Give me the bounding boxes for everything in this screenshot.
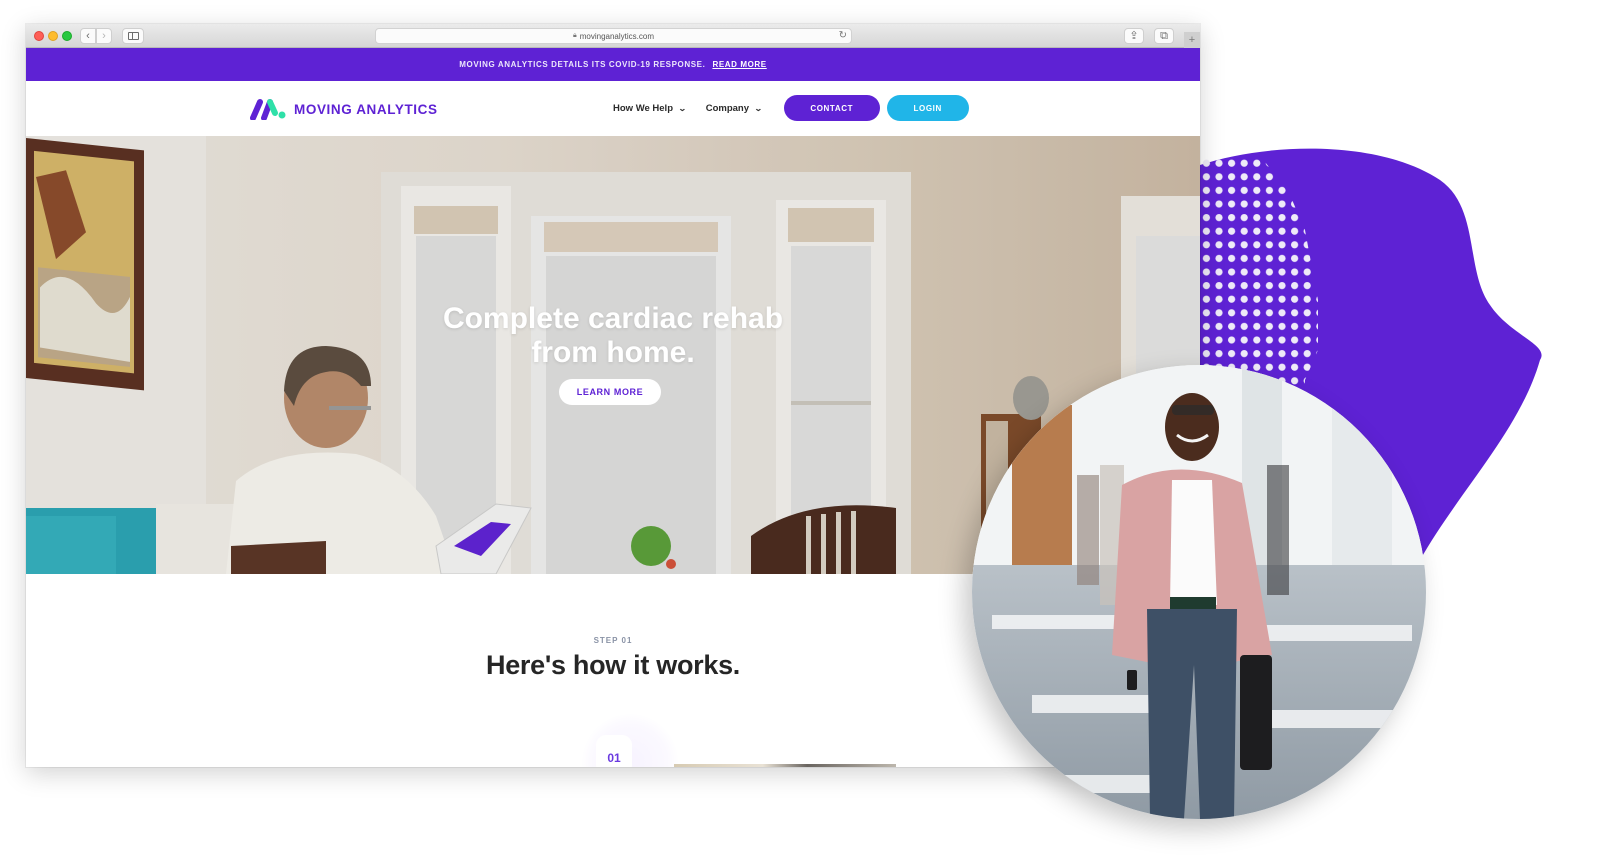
address-bar[interactable]: 🔒︎ movinganalytics.com ↻: [375, 28, 852, 44]
contact-button[interactable]: CONTACT: [783, 95, 880, 121]
window-maximize-button[interactable]: [62, 31, 72, 41]
nav-how-we-help[interactable]: How We Help ⌄: [613, 102, 687, 114]
chevron-right-icon: ›: [102, 29, 106, 42]
man-walking-photo: [972, 365, 1426, 819]
lock-icon: 🔒︎: [573, 32, 577, 39]
nav-company[interactable]: Company ⌄: [705, 102, 763, 114]
share-icon: ⇪: [1129, 29, 1139, 42]
tab-overview-button[interactable]: ⧉: [1154, 28, 1174, 44]
site-header: MOVING ANALYTICS How We Help ⌄ Company ⌄…: [26, 81, 1200, 136]
share-button[interactable]: ⇪: [1124, 28, 1144, 44]
hero-title: Complete cardiac rehab from home.: [26, 302, 1200, 370]
testimonial-photo-circle: [972, 365, 1426, 819]
hero-title-line1: Complete cardiac rehab: [442, 302, 784, 335]
chevron-left-icon: ‹: [86, 29, 90, 42]
sidebar-icon: [127, 32, 139, 40]
announcement-text: MOVING ANALYTICS DETAILS ITS COVID-19 RE…: [459, 60, 706, 69]
url-text: movinganalytics.com: [579, 31, 654, 41]
logo-mark-icon: [250, 99, 286, 120]
new-tab-button[interactable]: +: [1184, 32, 1200, 48]
brand-logo[interactable]: MOVING ANALYTICS: [250, 98, 438, 120]
tabs-icon: ⧉: [1160, 29, 1168, 42]
step-image-preview: [674, 764, 896, 767]
step-number-badge: 01: [596, 735, 632, 767]
plus-icon: +: [1188, 34, 1196, 46]
nav-label: Company: [705, 102, 749, 114]
window-minimize-button[interactable]: [48, 31, 58, 41]
chevron-down-icon: ⌄: [753, 103, 763, 113]
back-button[interactable]: ‹: [80, 28, 96, 44]
window-close-button[interactable]: [34, 31, 44, 41]
sidebar-toggle-button[interactable]: [122, 28, 144, 44]
read-more-link[interactable]: READ MORE: [712, 60, 766, 69]
main-nav: How We Help ⌄ Company ⌄ CONTACT LOGIN: [613, 95, 969, 121]
announcement-bar: MOVING ANALYTICS DETAILS ITS COVID-19 RE…: [26, 48, 1200, 81]
reload-icon[interactable]: ↻: [839, 30, 847, 41]
learn-more-button[interactable]: LEARN MORE: [559, 379, 661, 405]
brand-name: MOVING ANALYTICS: [294, 101, 438, 117]
hero-title-line2: from home.: [531, 336, 695, 369]
browser-toolbar: ‹ › 🔒︎ movinganalytics.com ↻ ⇪ ⧉ +: [26, 24, 1200, 48]
login-button[interactable]: LOGIN: [886, 95, 969, 121]
nav-label: How We Help: [613, 102, 673, 114]
chevron-down-icon: ⌄: [677, 103, 687, 113]
forward-button[interactable]: ›: [96, 28, 112, 44]
